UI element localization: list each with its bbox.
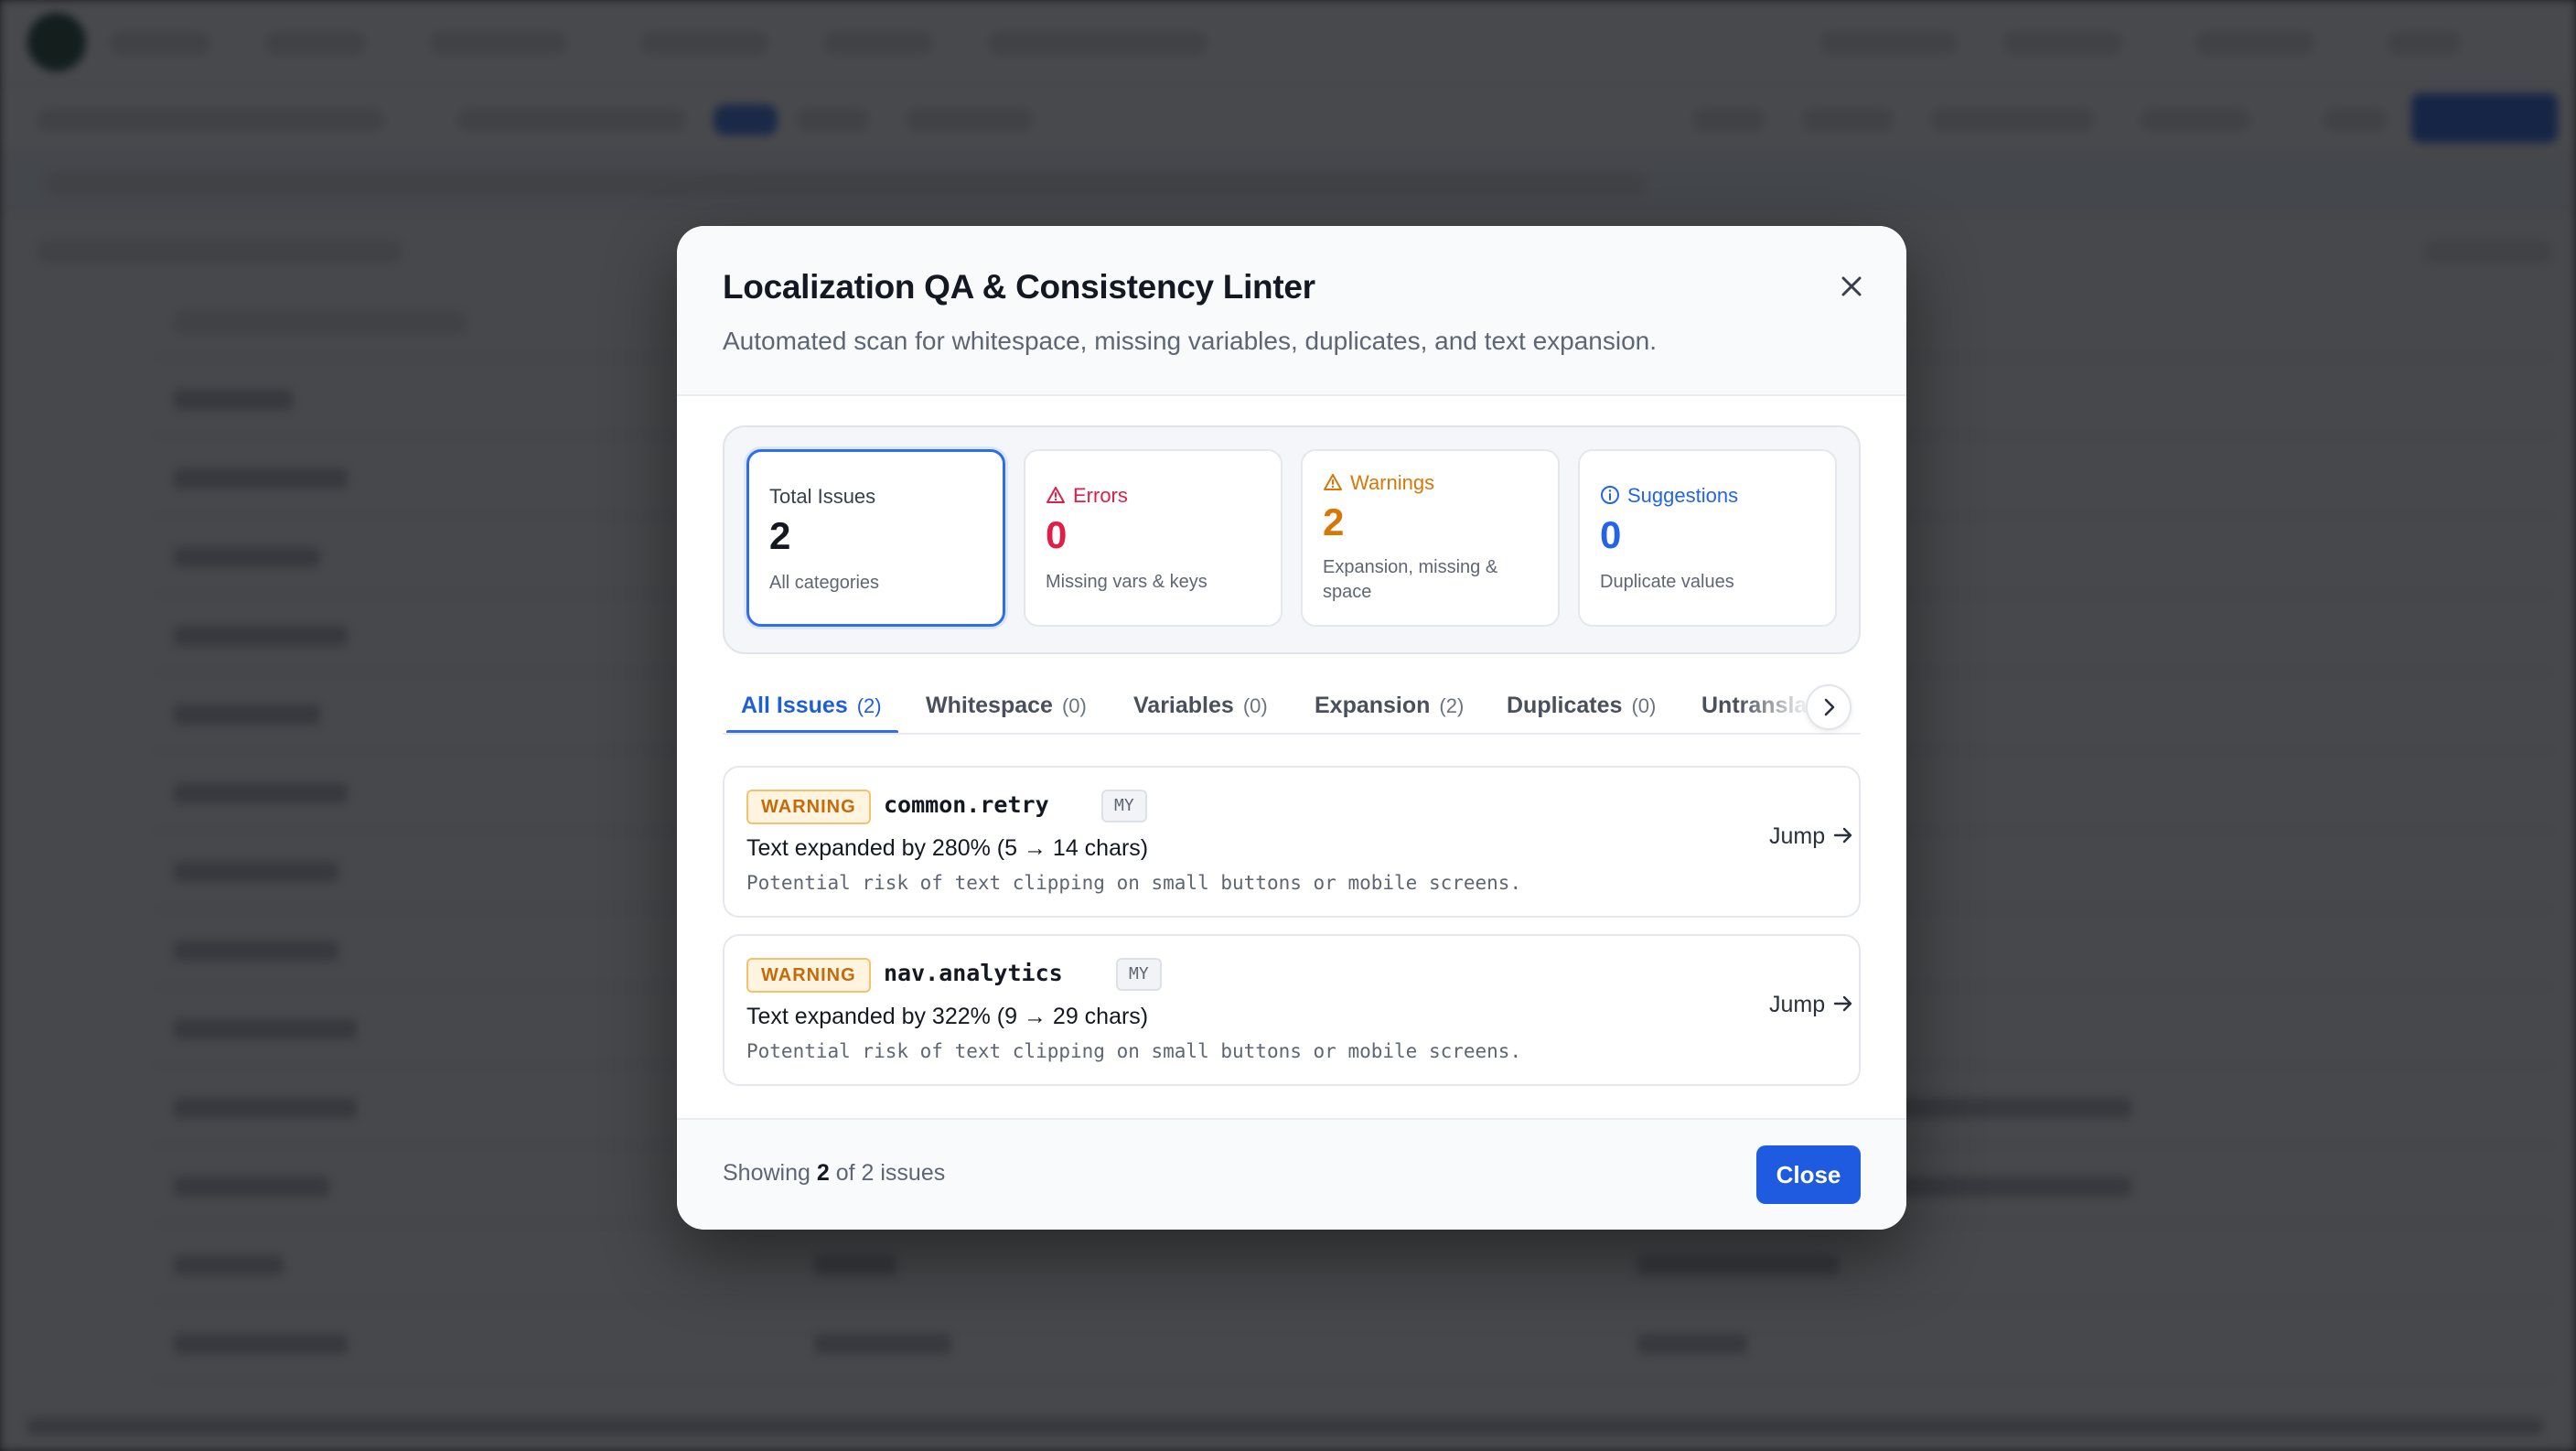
severity-badge: WARNING [746, 790, 871, 824]
stat-sub: Missing vars & keys [1046, 572, 1208, 592]
issue-hint: Potential risk of text clipping on small… [746, 872, 1522, 894]
issue-key: nav.analytics [884, 960, 1063, 986]
tab-all-issues[interactable]: All Issues (2) [741, 693, 882, 733]
jump-button[interactable]: Jump [1769, 822, 1856, 859]
severity-badge: WARNING [746, 958, 871, 993]
close-button[interactable]: Close [1756, 1145, 1861, 1204]
active-tab-indicator [726, 730, 898, 733]
issue-item: WARNING common.retry MY Text expanded by… [723, 766, 1861, 918]
issue-hint: Potential risk of text clipping on small… [746, 1040, 1522, 1062]
issue-count-summary: Showing 2 of 2 issues [723, 1160, 946, 1186]
close-icon[interactable] [1831, 266, 1872, 306]
jump-button[interactable]: Jump [1769, 991, 1856, 1027]
arrow-right-icon [1833, 827, 1852, 844]
tabs-scroll-right-button[interactable] [1806, 684, 1852, 730]
issue-key: common.retry [884, 791, 1049, 818]
chevron-right-icon [1824, 698, 1835, 716]
language-tag: MY [1101, 790, 1147, 822]
stats-panel: Total Issues 2 All categories Errors 0 M… [723, 425, 1861, 654]
stat-sub: Expansion, missing & space [1323, 557, 1498, 602]
dialog-subtitle: Automated scan for whitespace, missing v… [723, 327, 1658, 355]
issue-item: WARNING nav.analytics MY Text expanded b… [723, 934, 1861, 1086]
stat-value: 2 [1323, 500, 1345, 543]
alert-triangle-icon [1046, 487, 1065, 503]
issue-message: Text expanded by 322% (9 → 29 chars) [746, 1004, 1149, 1029]
warning-triangle-icon [1324, 474, 1342, 490]
tab-whitespace[interactable]: Whitespace (0) [926, 693, 1087, 733]
stat-label-errors: Errors [1046, 484, 1128, 508]
tab-expansion[interactable]: Expansion (2) [1315, 693, 1464, 733]
issue-tabs: All Issues (2) Whitespace (0) Variables (0)… [723, 683, 1861, 735]
issue-message: Text expanded by 280% (5 → 14 chars) [746, 835, 1149, 861]
stat-card-warnings[interactable]: Warnings 2 Expansion, missing & space [1301, 449, 1560, 627]
stat-value: 0 [1046, 513, 1068, 556]
stat-sub: Duplicate values [1600, 572, 1734, 592]
dialog-title: Localization QA & Consistency Linter [723, 268, 1315, 306]
tab-duplicates[interactable]: Duplicates (0) [1507, 693, 1656, 733]
arrow-right-icon [1833, 995, 1852, 1012]
stat-label-warnings: Warnings [1323, 471, 1434, 495]
linter-dialog: Localization QA & Consistency Linter Aut… [677, 226, 1906, 1230]
stat-card-errors[interactable]: Errors 0 Missing vars & keys [1024, 449, 1283, 627]
tab-variables[interactable]: Variables (0) [1133, 693, 1268, 733]
stat-card-total[interactable]: Total Issues 2 All categories [746, 449, 1005, 627]
stat-value: 2 [769, 514, 791, 557]
stat-label: Total Issues [769, 485, 876, 508]
dialog-header: Localization QA & Consistency Linter Aut… [677, 226, 1906, 396]
info-circle-icon [1601, 486, 1619, 504]
stat-sub: All categories [769, 573, 880, 593]
language-tag: MY [1116, 958, 1162, 991]
stat-value: 0 [1600, 513, 1622, 556]
stat-card-suggestions[interactable]: Suggestions 0 Duplicate values [1578, 449, 1837, 627]
stat-label-suggestions: Suggestions [1600, 484, 1738, 508]
dialog-footer: Showing 2 of 2 issues Close [677, 1118, 1906, 1230]
